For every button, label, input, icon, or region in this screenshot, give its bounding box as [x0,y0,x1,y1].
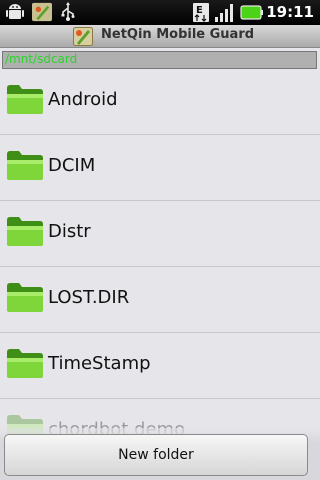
folder-icon [7,151,43,180]
clock: 19:11 [266,3,314,21]
new-folder-button[interactable]: New folder [4,434,308,476]
netqin-notification-icon [32,2,52,22]
battery-icon [240,5,263,20]
current-path: /mnt/sdcard [5,52,78,66]
app-title: NetQin Mobile Guard [101,27,255,42]
android-icon [6,4,24,19]
status-bar: E 19:11 [0,0,320,25]
file-list: Android DCIM Distr LOST.DIR TimeStamp [0,69,320,439]
folder-icon [7,85,43,114]
folder-icon [7,217,43,246]
list-item-label: TimeStamp [48,353,151,374]
list-item[interactable]: TimeStamp [0,333,320,399]
netqin-app-icon [73,27,93,46]
list-item-label: DCIM [48,155,96,176]
list-item-label: Distr [48,221,91,242]
edge-data-icon: E [193,3,209,22]
list-item-label: LOST.DIR [48,287,130,308]
list-item[interactable]: Distr [0,201,320,267]
list-item[interactable]: Android [0,69,320,135]
usb-icon [61,2,75,21]
title-bar: NetQin Mobile Guard [0,25,320,48]
list-item-label: Android [48,89,118,110]
path-bar: /mnt/sdcard [2,51,317,69]
list-item[interactable]: DCIM [0,135,320,201]
bottom-bar: New folder [0,428,320,480]
list-item[interactable]: LOST.DIR [0,267,320,333]
folder-icon [7,283,43,312]
folder-icon [7,349,43,378]
signal-icon [215,4,233,22]
